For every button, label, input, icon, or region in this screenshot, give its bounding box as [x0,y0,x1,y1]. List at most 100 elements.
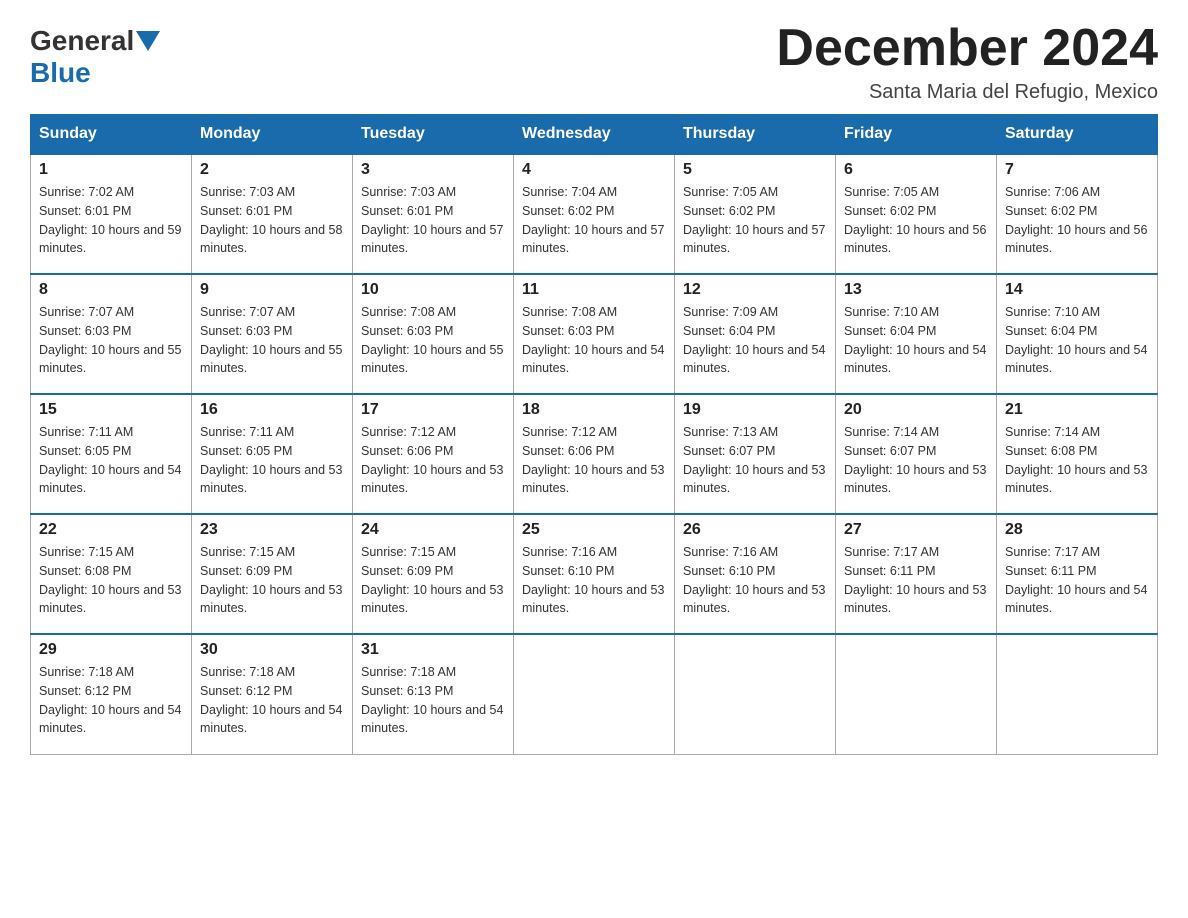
day-number: 15 [39,401,183,419]
table-row: 29 Sunrise: 7:18 AMSunset: 6:12 PMDaylig… [31,634,192,754]
day-number: 25 [522,521,666,539]
day-number: 13 [844,281,988,299]
calendar-week-3: 15 Sunrise: 7:11 AMSunset: 6:05 PMDaylig… [31,394,1158,514]
table-row: 1 Sunrise: 7:02 AMSunset: 6:01 PMDayligh… [31,154,192,274]
table-row: 3 Sunrise: 7:03 AMSunset: 6:01 PMDayligh… [353,154,514,274]
day-number: 30 [200,641,344,659]
table-row: 14 Sunrise: 7:10 AMSunset: 6:04 PMDaylig… [997,274,1158,394]
table-row: 28 Sunrise: 7:17 AMSunset: 6:11 PMDaylig… [997,514,1158,634]
day-info: Sunrise: 7:17 AMSunset: 6:11 PMDaylight:… [1005,543,1149,618]
table-row: 11 Sunrise: 7:08 AMSunset: 6:03 PMDaylig… [514,274,675,394]
table-row: 9 Sunrise: 7:07 AMSunset: 6:03 PMDayligh… [192,274,353,394]
day-number: 24 [361,521,505,539]
day-info: Sunrise: 7:15 AMSunset: 6:09 PMDaylight:… [361,543,505,618]
calendar-week-2: 8 Sunrise: 7:07 AMSunset: 6:03 PMDayligh… [31,274,1158,394]
day-info: Sunrise: 7:14 AMSunset: 6:08 PMDaylight:… [1005,423,1149,498]
day-number: 1 [39,161,183,179]
day-info: Sunrise: 7:11 AMSunset: 6:05 PMDaylight:… [39,423,183,498]
day-number: 21 [1005,401,1149,419]
page-header: General Blue December 2024 Santa Maria d… [30,20,1158,104]
calendar-week-4: 22 Sunrise: 7:15 AMSunset: 6:08 PMDaylig… [31,514,1158,634]
table-row [836,634,997,754]
logo-general-text: General [30,25,134,57]
table-row: 15 Sunrise: 7:11 AMSunset: 6:05 PMDaylig… [31,394,192,514]
day-info: Sunrise: 7:13 AMSunset: 6:07 PMDaylight:… [683,423,827,498]
day-number: 17 [361,401,505,419]
day-info: Sunrise: 7:05 AMSunset: 6:02 PMDaylight:… [844,183,988,258]
day-number: 7 [1005,161,1149,179]
calendar-table: SundayMondayTuesdayWednesdayThursdayFrid… [30,114,1158,755]
day-info: Sunrise: 7:05 AMSunset: 6:02 PMDaylight:… [683,183,827,258]
table-row: 10 Sunrise: 7:08 AMSunset: 6:03 PMDaylig… [353,274,514,394]
day-number: 26 [683,521,827,539]
table-row: 8 Sunrise: 7:07 AMSunset: 6:03 PMDayligh… [31,274,192,394]
logo-triangle-icon [136,31,160,51]
day-info: Sunrise: 7:15 AMSunset: 6:08 PMDaylight:… [39,543,183,618]
day-info: Sunrise: 7:11 AMSunset: 6:05 PMDaylight:… [200,423,344,498]
table-row: 16 Sunrise: 7:11 AMSunset: 6:05 PMDaylig… [192,394,353,514]
day-info: Sunrise: 7:18 AMSunset: 6:13 PMDaylight:… [361,663,505,738]
table-row: 30 Sunrise: 7:18 AMSunset: 6:12 PMDaylig… [192,634,353,754]
day-number: 16 [200,401,344,419]
calendar-week-5: 29 Sunrise: 7:18 AMSunset: 6:12 PMDaylig… [31,634,1158,754]
table-row: 12 Sunrise: 7:09 AMSunset: 6:04 PMDaylig… [675,274,836,394]
table-row: 24 Sunrise: 7:15 AMSunset: 6:09 PMDaylig… [353,514,514,634]
table-row: 2 Sunrise: 7:03 AMSunset: 6:01 PMDayligh… [192,154,353,274]
day-number: 27 [844,521,988,539]
day-info: Sunrise: 7:12 AMSunset: 6:06 PMDaylight:… [522,423,666,498]
day-number: 29 [39,641,183,659]
calendar-header-row: SundayMondayTuesdayWednesdayThursdayFrid… [31,115,1158,155]
table-row [514,634,675,754]
column-header-thursday: Thursday [675,115,836,155]
table-row: 7 Sunrise: 7:06 AMSunset: 6:02 PMDayligh… [997,154,1158,274]
day-number: 20 [844,401,988,419]
day-number: 8 [39,281,183,299]
day-info: Sunrise: 7:07 AMSunset: 6:03 PMDaylight:… [39,303,183,378]
day-number: 9 [200,281,344,299]
table-row: 27 Sunrise: 7:17 AMSunset: 6:11 PMDaylig… [836,514,997,634]
day-info: Sunrise: 7:10 AMSunset: 6:04 PMDaylight:… [1005,303,1149,378]
logo-blue-text: Blue [30,57,91,88]
table-row: 18 Sunrise: 7:12 AMSunset: 6:06 PMDaylig… [514,394,675,514]
day-info: Sunrise: 7:04 AMSunset: 6:02 PMDaylight:… [522,183,666,258]
table-row: 4 Sunrise: 7:04 AMSunset: 6:02 PMDayligh… [514,154,675,274]
column-header-saturday: Saturday [997,115,1158,155]
day-info: Sunrise: 7:03 AMSunset: 6:01 PMDaylight:… [200,183,344,258]
day-number: 6 [844,161,988,179]
day-number: 5 [683,161,827,179]
day-info: Sunrise: 7:03 AMSunset: 6:01 PMDaylight:… [361,183,505,258]
day-number: 19 [683,401,827,419]
day-number: 10 [361,281,505,299]
column-header-sunday: Sunday [31,115,192,155]
table-row: 6 Sunrise: 7:05 AMSunset: 6:02 PMDayligh… [836,154,997,274]
day-info: Sunrise: 7:14 AMSunset: 6:07 PMDaylight:… [844,423,988,498]
day-info: Sunrise: 7:07 AMSunset: 6:03 PMDaylight:… [200,303,344,378]
day-number: 2 [200,161,344,179]
table-row [675,634,836,754]
table-row: 25 Sunrise: 7:16 AMSunset: 6:10 PMDaylig… [514,514,675,634]
table-row: 22 Sunrise: 7:15 AMSunset: 6:08 PMDaylig… [31,514,192,634]
day-number: 11 [522,281,666,299]
day-number: 14 [1005,281,1149,299]
table-row: 13 Sunrise: 7:10 AMSunset: 6:04 PMDaylig… [836,274,997,394]
day-number: 28 [1005,521,1149,539]
calendar-week-1: 1 Sunrise: 7:02 AMSunset: 6:01 PMDayligh… [31,154,1158,274]
day-info: Sunrise: 7:18 AMSunset: 6:12 PMDaylight:… [200,663,344,738]
table-row: 21 Sunrise: 7:14 AMSunset: 6:08 PMDaylig… [997,394,1158,514]
table-row: 20 Sunrise: 7:14 AMSunset: 6:07 PMDaylig… [836,394,997,514]
day-info: Sunrise: 7:08 AMSunset: 6:03 PMDaylight:… [361,303,505,378]
table-row: 26 Sunrise: 7:16 AMSunset: 6:10 PMDaylig… [675,514,836,634]
table-row: 19 Sunrise: 7:13 AMSunset: 6:07 PMDaylig… [675,394,836,514]
day-number: 18 [522,401,666,419]
day-info: Sunrise: 7:15 AMSunset: 6:09 PMDaylight:… [200,543,344,618]
column-header-monday: Monday [192,115,353,155]
day-info: Sunrise: 7:06 AMSunset: 6:02 PMDaylight:… [1005,183,1149,258]
day-info: Sunrise: 7:09 AMSunset: 6:04 PMDaylight:… [683,303,827,378]
logo: General Blue [30,25,162,89]
day-number: 31 [361,641,505,659]
day-info: Sunrise: 7:18 AMSunset: 6:12 PMDaylight:… [39,663,183,738]
column-header-wednesday: Wednesday [514,115,675,155]
day-number: 4 [522,161,666,179]
table-row [997,634,1158,754]
day-info: Sunrise: 7:02 AMSunset: 6:01 PMDaylight:… [39,183,183,258]
